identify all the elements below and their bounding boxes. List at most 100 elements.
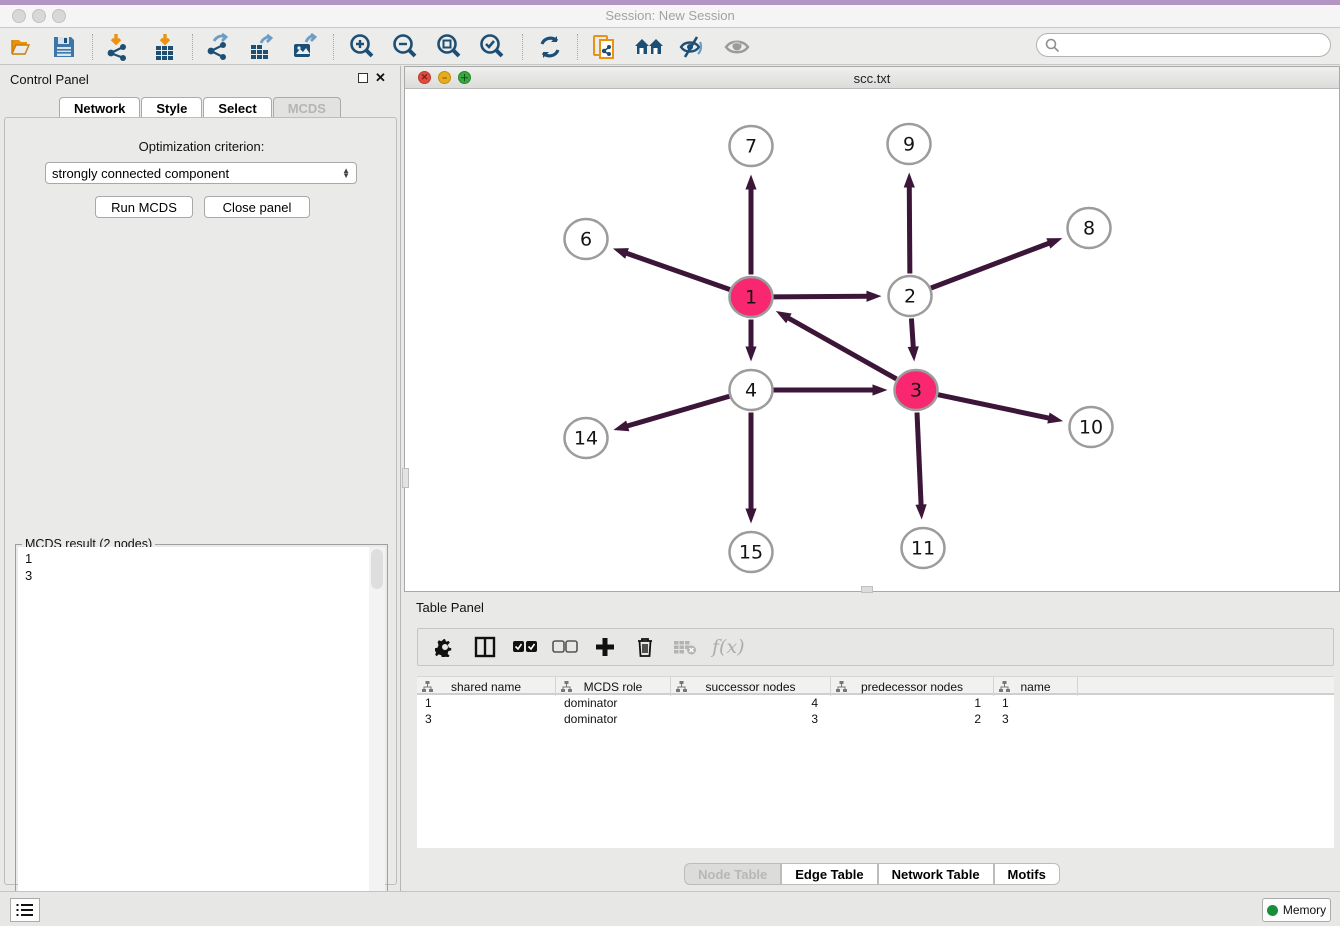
column-header-predecessor-nodes[interactable]: predecessor nodes xyxy=(831,677,994,696)
show-graphics-icon[interactable] xyxy=(722,32,752,62)
table-tabs: Node TableEdge TableNetwork TableMotifs xyxy=(404,863,1340,885)
graph-edge-1-6[interactable] xyxy=(625,253,730,290)
control-panel-tabs: NetworkStyleSelectMCDS xyxy=(0,97,401,118)
task-history-button[interactable] xyxy=(10,898,40,922)
tab-edge-table[interactable]: Edge Table xyxy=(781,863,877,885)
tab-motifs[interactable]: Motifs xyxy=(994,863,1060,885)
column-header-successor-nodes[interactable]: successor nodes xyxy=(671,677,831,696)
tab-node-table[interactable]: Node Table xyxy=(684,863,781,885)
network-window-title: scc.txt xyxy=(405,71,1339,86)
import-table-icon[interactable] xyxy=(150,32,180,62)
tab-style[interactable]: Style xyxy=(141,97,202,118)
add-column-icon[interactable] xyxy=(592,634,618,660)
tab-mcds[interactable]: MCDS xyxy=(273,97,341,118)
search-input[interactable] xyxy=(1060,38,1310,53)
float-panel-icon[interactable] xyxy=(358,73,368,83)
mcds-result-text[interactable]: 1 3 xyxy=(18,547,370,920)
graph-edge-2-9[interactable] xyxy=(909,185,910,273)
open-file-icon[interactable] xyxy=(8,32,38,62)
tab-network-table[interactable]: Network Table xyxy=(878,863,994,885)
control-panel: Control Panel ✕ NetworkStyleSelectMCDS O… xyxy=(0,66,401,891)
graph-node-label: 11 xyxy=(911,538,935,560)
graph-node-label: 9 xyxy=(903,134,915,156)
table-cell[interactable]: 2 xyxy=(831,711,994,727)
table-cell[interactable]: 3 xyxy=(671,711,831,727)
optimization-criterion-select[interactable]: strongly connected component ▲▼ xyxy=(45,162,357,184)
horizontal-splitter-grip[interactable] xyxy=(861,586,873,593)
table-cell[interactable]: 1 xyxy=(417,695,556,711)
zoom-fit-icon[interactable] xyxy=(434,32,464,62)
graph-edge-2-3[interactable] xyxy=(911,318,913,348)
table-cell[interactable]: 3 xyxy=(994,711,1078,727)
graph-canvas[interactable]: 7968124314101511 xyxy=(405,89,1339,592)
column-header-name[interactable]: name xyxy=(994,677,1078,696)
export-network-icon[interactable] xyxy=(203,32,233,62)
graph-node-label: 2 xyxy=(904,286,916,308)
graph-edge-3-10[interactable] xyxy=(938,395,1050,419)
run-mcds-button[interactable]: Run MCDS xyxy=(95,196,193,218)
graph-edge-arrow xyxy=(1047,413,1063,424)
control-panel-title: Control Panel xyxy=(10,72,89,87)
graph-edge-1-2[interactable] xyxy=(773,296,868,297)
toolbar-separator xyxy=(333,34,334,60)
deselect-all-columns-icon[interactable] xyxy=(552,634,578,660)
select-spinner-icon: ▲▼ xyxy=(342,168,350,178)
result-scrollbar[interactable] xyxy=(369,547,385,920)
select-all-columns-icon[interactable] xyxy=(512,634,538,660)
graph-edge-2-8[interactable] xyxy=(931,243,1050,288)
zoom-selected-icon[interactable] xyxy=(477,32,507,62)
column-header-MCDS-role[interactable]: MCDS role xyxy=(556,677,671,696)
zoom-in-icon[interactable] xyxy=(347,32,377,62)
window-titlebar: Session: New Session xyxy=(0,0,1340,28)
table-cell[interactable]: 3 xyxy=(417,711,556,727)
graph-edge-arrow xyxy=(745,509,756,524)
tab-select[interactable]: Select xyxy=(203,97,271,118)
table-cell[interactable]: 4 xyxy=(671,695,831,711)
graph-node-label: 7 xyxy=(745,136,757,158)
graph-edge-arrow xyxy=(613,420,629,431)
close-panel-button[interactable]: Close panel xyxy=(204,196,310,218)
table-cell[interactable]: 1 xyxy=(831,695,994,711)
list-icon xyxy=(16,903,34,917)
delete-table-icon-disabled xyxy=(672,634,698,660)
selected-criterion: strongly connected component xyxy=(52,166,229,181)
vertical-splitter-grip[interactable] xyxy=(402,468,409,488)
tab-network[interactable]: Network xyxy=(59,97,140,118)
table-settings-icon[interactable] xyxy=(432,634,458,660)
table-cell[interactable]: 1 xyxy=(994,695,1078,711)
graph-node-label: 8 xyxy=(1083,218,1095,240)
home-icon[interactable] xyxy=(634,32,664,62)
mcds-result-group: MCDS result (2 nodes) 1 3 xyxy=(15,544,388,922)
graph-edge-4-14[interactable] xyxy=(626,396,730,426)
table-toolbar: f(x) xyxy=(417,628,1334,666)
graph-edge-arrow xyxy=(873,384,888,395)
table-row[interactable]: 3dominator323 xyxy=(417,711,1334,727)
node-table[interactable]: shared nameMCDS rolesuccessor nodesprede… xyxy=(417,676,1334,848)
save-session-icon[interactable] xyxy=(49,32,79,62)
memory-button[interactable]: Memory xyxy=(1262,898,1331,922)
split-view-icon[interactable] xyxy=(472,634,498,660)
table-cell[interactable]: dominator xyxy=(556,711,671,727)
graph-edge-3-11[interactable] xyxy=(917,412,921,506)
graph-node-label: 15 xyxy=(739,542,763,564)
export-image-icon[interactable] xyxy=(290,32,320,62)
import-network-icon[interactable] xyxy=(103,32,133,62)
table-panel: Table Panel ✕ xyxy=(404,595,1340,890)
export-table-icon[interactable] xyxy=(246,32,276,62)
zoom-out-icon[interactable] xyxy=(390,32,420,62)
table-cell[interactable]: dominator xyxy=(556,695,671,711)
graph-edge-3-1[interactable] xyxy=(787,317,896,379)
table-row[interactable]: 1dominator411 xyxy=(417,695,1334,711)
delete-column-icon[interactable] xyxy=(632,634,658,660)
close-panel-icon[interactable]: ✕ xyxy=(375,73,386,83)
graph-node-label: 14 xyxy=(574,428,598,450)
refresh-icon[interactable] xyxy=(535,32,565,62)
graph-edge-arrow xyxy=(908,346,919,361)
column-header-shared-name[interactable]: shared name xyxy=(417,677,556,696)
network-view-window: ✕ − ＋ scc.txt 7968124314101511 xyxy=(404,66,1340,592)
toolbar-separator xyxy=(522,34,523,60)
clone-network-icon[interactable] xyxy=(590,32,620,62)
hide-graphics-icon[interactable] xyxy=(677,32,707,62)
search-box[interactable] xyxy=(1036,33,1331,57)
table-header-row: shared nameMCDS rolesuccessor nodesprede… xyxy=(417,676,1334,695)
